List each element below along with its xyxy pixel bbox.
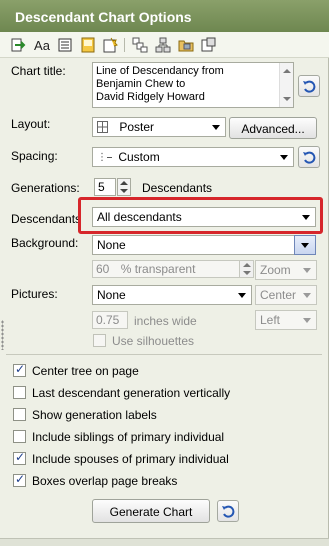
spacing-label: Spacing:	[11, 149, 58, 163]
chart-tree-icon[interactable]	[154, 36, 172, 54]
chart-title-input[interactable]: Line of Descendancy from Benjamin Chew t…	[92, 62, 294, 108]
spacing-icon: ⋮⎯	[97, 152, 112, 163]
transparency-value: 60	[96, 262, 110, 276]
pictures-value: None	[97, 288, 126, 302]
panel-title: Descendant Chart Options	[0, 0, 329, 32]
save-template-icon[interactable]	[199, 36, 217, 54]
picture-icon[interactable]	[101, 36, 119, 54]
chart-title-line-2: Benjamin Chew to	[96, 78, 186, 90]
include-siblings-checkbox[interactable]	[13, 430, 26, 443]
use-silhouettes-checkbox[interactable]	[93, 334, 106, 347]
show-generation-labels-label: Show generation labels	[32, 408, 157, 422]
checkmark-icon: ✓	[15, 472, 26, 486]
section-divider	[6, 354, 322, 355]
undo-icon	[222, 505, 235, 518]
reset-options-button[interactable]	[217, 500, 239, 522]
chart-title-line-3: David Ridgely Howard	[96, 91, 205, 103]
stepper-down-icon[interactable]	[243, 271, 251, 275]
layout-value: Poster	[119, 120, 155, 134]
toolbar-separator	[124, 38, 125, 52]
picture-width-suffix: inches wide	[134, 314, 197, 328]
stepper-up-icon[interactable]	[120, 181, 128, 185]
background-zoom-value: Zoom	[260, 263, 291, 277]
chevron-down-icon	[303, 293, 311, 298]
pictures-alignment-select[interactable]: Center	[255, 285, 317, 305]
picture-width-input[interactable]: 0.75	[92, 311, 128, 329]
checkmark-icon: ✓	[15, 450, 26, 464]
generations-input[interactable]: 5	[94, 178, 116, 196]
chart-options-panel: Descendant Chart Options Aa Chart title:	[0, 0, 329, 546]
generations-label: Generations:	[11, 181, 80, 195]
font-icon[interactable]: Aa	[33, 36, 51, 54]
chevron-down-icon	[301, 243, 309, 248]
resize-grip[interactable]	[1, 320, 4, 350]
boxes-overlap-checkbox[interactable]: ✓	[13, 472, 26, 487]
spacing-value: Custom	[118, 150, 160, 164]
boxes-overlap-label: Boxes overlap page breaks	[32, 474, 178, 488]
stepper-up-icon[interactable]	[243, 263, 251, 267]
picture-position-value: Left	[260, 313, 281, 327]
include-siblings-label: Include siblings of primary individual	[32, 430, 225, 444]
use-silhouettes-label: Use silhouettes	[112, 334, 195, 348]
page-setup-icon[interactable]	[131, 36, 149, 54]
generations-suffix: Descendants	[142, 181, 213, 195]
undo-icon	[303, 80, 316, 93]
lines-icon[interactable]	[56, 36, 74, 54]
generations-stepper[interactable]	[117, 178, 131, 196]
last-generation-vertical-checkbox[interactable]	[13, 386, 26, 399]
include-spouses-label: Include spouses of primary individual	[32, 452, 229, 466]
scroll-up-arrow-icon[interactable]	[283, 69, 291, 73]
background-value: None	[97, 238, 126, 252]
pictures-alignment-value: Center	[260, 288, 297, 302]
spacing-reset-button[interactable]	[298, 146, 320, 168]
center-tree-checkbox[interactable]: ✓	[13, 362, 26, 377]
background-select[interactable]: None	[92, 235, 294, 255]
chart-title-reset-button[interactable]	[298, 75, 320, 97]
pictures-select[interactable]: None	[92, 285, 252, 305]
show-generation-labels-checkbox[interactable]	[13, 408, 26, 421]
transparency-stepper[interactable]	[239, 261, 253, 277]
generate-chart-button[interactable]: Generate Chart	[92, 499, 210, 523]
checkmark-icon: ✓	[15, 362, 26, 376]
transparency-input[interactable]: 60 % transparent	[92, 260, 254, 278]
chevron-down-icon	[212, 125, 220, 130]
background-zoom-select[interactable]: Zoom	[255, 260, 317, 280]
poster-layout-icon	[97, 121, 108, 133]
transparency-suffix: % transparent	[120, 262, 196, 276]
scroll-down-arrow-icon[interactable]	[283, 97, 291, 101]
undo-icon	[303, 151, 316, 164]
descendants-label: Descendants	[11, 212, 82, 226]
layout-select[interactable]: Poster	[92, 117, 226, 137]
include-spouses-checkbox[interactable]: ✓	[13, 450, 26, 465]
layout-label: Layout:	[11, 117, 51, 131]
center-tree-label: Center tree on page	[32, 364, 139, 378]
background-label: Background:	[11, 236, 79, 250]
chevron-down-icon	[280, 155, 288, 160]
bottom-panel-edge	[0, 538, 329, 546]
last-generation-vertical-label: Last descendant generation vertically	[32, 386, 231, 400]
toolbar: Aa	[0, 32, 329, 58]
chart-title-scrollbar[interactable]	[279, 63, 293, 107]
picture-position-select[interactable]: Left	[255, 310, 317, 330]
background-color-dropdown-button[interactable]	[294, 235, 316, 255]
spacing-select[interactable]: ⋮⎯ Custom	[92, 147, 294, 167]
chevron-down-icon	[303, 318, 311, 323]
stepper-down-icon[interactable]	[120, 189, 128, 193]
open-folder-icon[interactable]	[177, 36, 195, 54]
advanced-button[interactable]: Advanced...	[229, 117, 317, 139]
chart-title-label: Chart title:	[11, 64, 66, 78]
background-icon[interactable]	[79, 36, 97, 54]
chevron-down-icon	[238, 293, 246, 298]
chevron-down-icon	[303, 268, 311, 273]
box-style-icon[interactable]	[10, 36, 28, 54]
pictures-label: Pictures:	[11, 287, 58, 301]
highlight-box	[78, 197, 323, 234]
chart-title-line-1: Line of Descendancy from	[96, 65, 224, 77]
